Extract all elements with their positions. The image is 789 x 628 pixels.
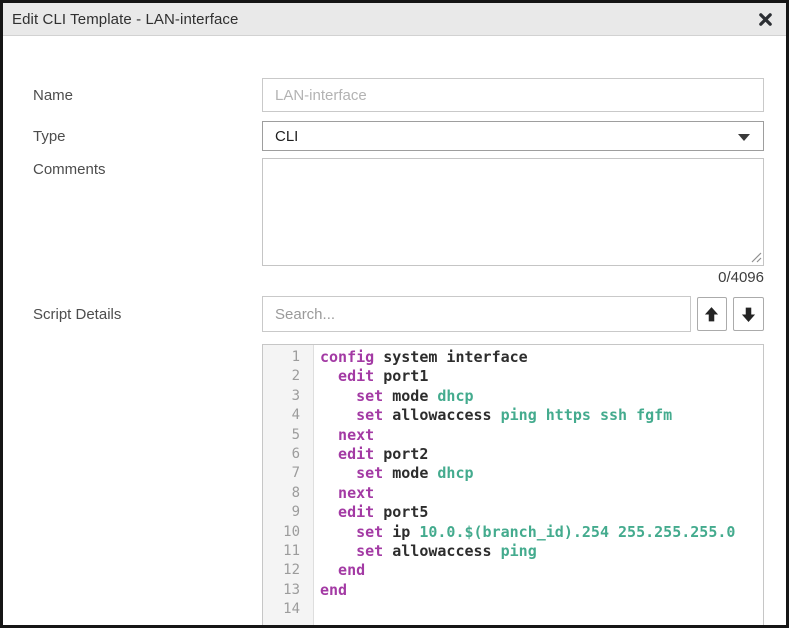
name-label: Name [33, 87, 262, 104]
code-lines: 1config system interface2 edit port13 se… [263, 348, 763, 620]
line-number: 13 [263, 581, 307, 600]
line-number: 5 [263, 426, 307, 445]
type-row: Type CLI [33, 121, 764, 151]
comments-row: Comments [33, 158, 764, 266]
code-line: 2 edit port1 [263, 367, 763, 386]
line-number: 11 [263, 542, 307, 561]
line-number: 12 [263, 561, 307, 580]
code-line: 10 set ip 10.0.$(branch_id).254 255.255.… [263, 523, 763, 542]
up-arrow-icon [703, 306, 720, 323]
script-details-row: Script Details [33, 296, 764, 332]
line-number: 7 [263, 464, 307, 483]
dialog-body: Name Type CLI Comments 0/4096 Scrip [3, 78, 786, 628]
name-input[interactable] [262, 78, 764, 112]
comments-label: Comments [33, 158, 262, 178]
dialog-title: Edit CLI Template - LAN-interface [12, 11, 756, 28]
type-select-value: CLI [275, 128, 298, 145]
script-search-toolbar [262, 296, 764, 332]
code-line: 4 set allowaccess ping https ssh fgfm [263, 406, 763, 425]
search-input[interactable] [262, 296, 691, 332]
code-line: 13end [263, 581, 763, 600]
script-details-label: Script Details [33, 306, 262, 323]
line-number: 3 [263, 387, 307, 406]
name-row: Name [33, 78, 764, 112]
type-label: Type [33, 128, 262, 145]
chevron-down-icon [738, 134, 750, 141]
code-line: 8 next [263, 484, 763, 503]
line-number: 14 [263, 600, 307, 619]
code-line: 1config system interface [263, 348, 763, 367]
comments-textarea[interactable] [262, 158, 764, 266]
code-line: 7 set mode dhcp [263, 464, 763, 483]
editor-row: 1config system interface2 edit port13 se… [33, 344, 764, 628]
close-icon [758, 12, 773, 27]
code-line: 6 edit port2 [263, 445, 763, 464]
line-number: 4 [263, 406, 307, 425]
line-number: 9 [263, 503, 307, 522]
code-line: 12 end [263, 561, 763, 580]
counter-row: 0/4096 [33, 269, 764, 286]
type-select[interactable]: CLI [262, 121, 764, 151]
search-prev-button[interactable] [697, 297, 728, 331]
line-number: 6 [263, 445, 307, 464]
dialog-titlebar: Edit CLI Template - LAN-interface [3, 3, 786, 36]
comments-char-counter: 0/4096 [262, 269, 764, 286]
search-next-button[interactable] [733, 297, 764, 331]
line-number: 1 [263, 348, 307, 367]
code-line: 11 set allowaccess ping [263, 542, 763, 561]
code-line: 14 [263, 600, 763, 619]
code-editor[interactable]: 1config system interface2 edit port13 se… [262, 344, 764, 628]
line-number: 2 [263, 367, 307, 386]
code-line: 3 set mode dhcp [263, 387, 763, 406]
code-line: 5 next [263, 426, 763, 445]
line-number: 10 [263, 523, 307, 542]
code-line: 9 edit port5 [263, 503, 763, 522]
close-button[interactable] [756, 10, 774, 28]
down-arrow-icon [740, 306, 757, 323]
line-number: 8 [263, 484, 307, 503]
edit-cli-template-dialog: Edit CLI Template - LAN-interface Name T… [0, 0, 789, 628]
